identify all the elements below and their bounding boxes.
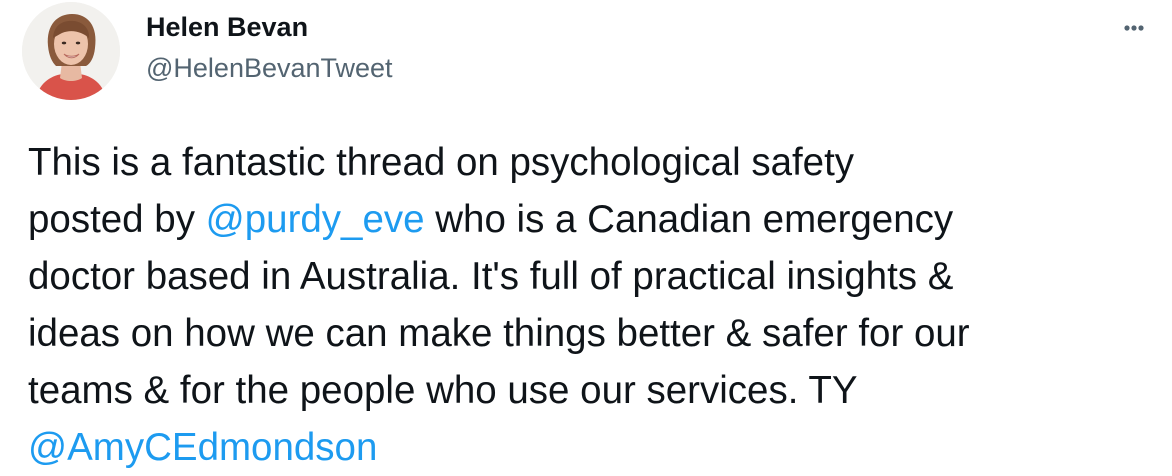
more-options-icon[interactable] (1114, 8, 1154, 48)
tweet-line-text: doctor based in Australia. It's full of … (28, 255, 954, 298)
tweet-card: Helen Bevan @HelenBevanTweet This is a f… (0, 0, 1172, 470)
tweet-line-text: ideas on how we can make things better &… (28, 312, 970, 355)
tweet-line: ideas on how we can make things better &… (28, 305, 1163, 362)
tweet-line: doctor based in Australia. It's full of … (28, 248, 1163, 305)
tweet-text: This is a fantastic thread on psychologi… (28, 134, 1163, 476)
tweet-line-text: posted by (28, 198, 206, 241)
mention-link[interactable]: @purdy_eve (206, 198, 425, 241)
tweet-line-text: who is a Canadian emergency (424, 198, 954, 241)
author-handle[interactable]: @HelenBevanTweet (146, 51, 393, 85)
tweet-line-text: teams & for the people who use our servi… (28, 369, 858, 412)
avatar[interactable] (22, 2, 120, 100)
tweet-line-text: This is a fantastic thread on psychologi… (28, 141, 855, 184)
tweet-line: @AmyCEdmondson (28, 419, 1163, 476)
mention-link[interactable]: @AmyCEdmondson (28, 426, 377, 469)
tweet-line: teams & for the people who use our servi… (28, 362, 1163, 419)
author-name[interactable]: Helen Bevan (146, 10, 308, 44)
tweet-line: posted by @purdy_eve who is a Canadian e… (28, 191, 1163, 248)
avatar-photo (22, 2, 120, 100)
tweet-line: This is a fantastic thread on psychologi… (28, 134, 1163, 191)
